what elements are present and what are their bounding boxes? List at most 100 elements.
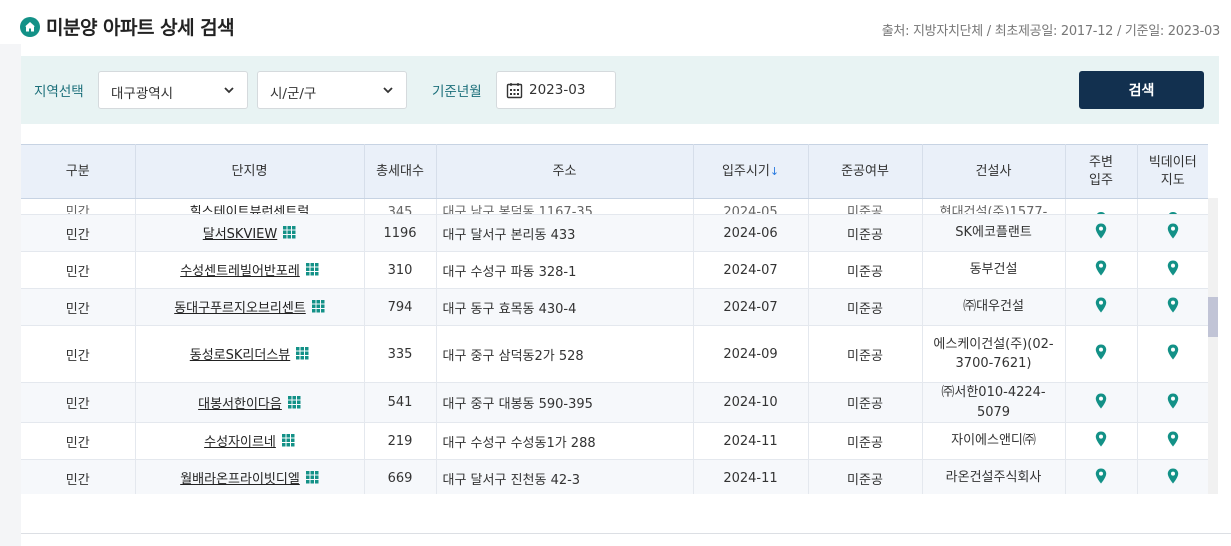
map-pin-icon[interactable] [1142,199,1205,214]
map-pin-icon[interactable] [1167,297,1179,317]
grid-icon[interactable] [287,395,301,413]
cell-name[interactable]: 월배라온프라이빗디엘 [135,459,365,494]
complex-name-link[interactable]: 수성자이르네 [204,435,276,450]
complex-name-link[interactable]: 수성센트레빌어반포레 [180,264,300,279]
month-input[interactable]: 2023-03 [496,71,616,109]
map-pin-icon[interactable] [1095,260,1107,280]
map-pin-icon[interactable] [1095,223,1107,243]
col-header-move-in[interactable]: 입주시기↓ [693,144,809,199]
table-row: 민간 달서SKVIEW 1196 대구 달서구 본리동 433 2024-06 미준공 SK… [21,214,1208,252]
cell-bigdata[interactable] [1137,288,1208,326]
cell-move-in: 2024-10 [693,382,809,423]
map-pin-icon[interactable] [1095,468,1107,488]
map-pin-icon[interactable] [1095,393,1107,413]
grid-icon[interactable] [296,347,309,364]
cell-address: 대구 남구 봉덕동 1167-35 [436,198,694,215]
district-select-value: 시/군/구 [270,86,317,102]
cell-builder: 라온건설주식회사 [922,459,1066,494]
cell-bigdata[interactable] [1137,459,1208,494]
cell-type-text: 민간 [65,264,90,280]
cell-nearby[interactable] [1065,382,1138,423]
cell-units-text: 335 [387,346,413,362]
cell-nearby[interactable] [1065,198,1138,215]
scrollbar-track[interactable] [1208,198,1218,494]
cell-name[interactable]: 대봉서한이다음 [135,382,365,423]
cell-bigdata[interactable] [1137,422,1208,460]
map-pin-icon[interactable] [1167,431,1179,451]
complex-name-link[interactable]: 달서SKVIEW [203,227,278,242]
scrollbar-thumb[interactable] [1208,297,1218,337]
home-icon [20,16,40,37]
complex-name-link[interactable]: 힐스테이트뷰런센트럴 [140,199,360,214]
grid-icon[interactable] [305,471,319,488]
grid-icon[interactable] [305,263,319,280]
cell-nearby[interactable] [1065,214,1138,252]
cell-name[interactable]: 동성로SK리더스뷰 [135,325,365,383]
cell-units-text: 1196 [383,225,417,241]
cell-bigdata[interactable] [1137,251,1208,289]
grid-icon[interactable] [311,300,325,317]
cell-nearby[interactable] [1065,325,1138,383]
complex-name-link[interactable]: 동성로SK리더스뷰 [190,348,291,363]
map-pin-icon[interactable] [1070,199,1133,214]
cell-nearby[interactable] [1065,251,1138,289]
cell-name[interactable]: 수성센트레빌어반포레 [135,251,365,289]
map-pin-icon[interactable] [1095,344,1107,364]
cell-builder-text: 현대건설(주)1577-7755 [939,205,1048,214]
cell-type: 민간 [21,288,136,326]
col-header-builder: 건설사 [922,144,1066,199]
cell-type-text: 민간 [65,397,90,412]
complex-name-link[interactable]: 동대구푸르지오브리센트 [174,301,306,316]
cell-address: 대구 달서구 본리동 433 [436,214,694,252]
cell-name[interactable]: 동대구푸르지오브리센트 [135,288,365,326]
col-header-completion: 준공여부 [808,144,923,199]
cell-move-in: 2024-09 [693,325,809,383]
cell-builder-text: SK에코플랜트 [955,225,1032,241]
cell-address-text: 대구 동구 효목동 430-4 [442,301,577,317]
map-pin-icon[interactable] [1167,468,1179,488]
cell-type-text: 민간 [65,435,90,451]
cell-type-text: 민간 [65,205,90,214]
cell-nearby[interactable] [1065,288,1138,326]
table-row: 민간 대봉서한이다음 541 대구 중구 대봉동 590-395 2024-10 미준공 ㈜… [21,382,1208,423]
cell-units: 345 [364,198,437,215]
map-pin-icon[interactable] [1167,393,1179,413]
map-pin-icon[interactable] [1167,223,1179,243]
cell-units: 1196 [364,214,437,252]
map-pin-icon[interactable] [1167,344,1179,364]
complex-name-link[interactable]: 대봉서한이다음 [198,397,282,412]
cell-bigdata[interactable] [1137,214,1208,252]
region-select[interactable]: 대구광역시 [98,71,248,109]
col-header-address: 주소 [436,144,694,199]
month-label: 기준년월 [432,84,482,100]
grid-icon[interactable] [283,226,296,243]
district-select[interactable]: 시/군/구 [257,71,407,109]
calendar-icon [506,82,523,98]
map-pin-icon[interactable] [1095,431,1107,451]
sort-down-icon: ↓ [769,164,780,178]
cell-bigdata[interactable] [1137,325,1208,383]
cell-nearby[interactable] [1065,422,1138,460]
table-row: 민간 수성센트레빌어반포레 310 대구 수성구 파동 328-1 2024-07 미준공… [21,251,1208,289]
cell-name[interactable]: 수성자이르네 [135,422,365,460]
complex-name-link[interactable]: 월배라온프라이빗디엘 [180,472,300,487]
grid-icon[interactable] [281,434,295,451]
cell-bigdata[interactable] [1137,198,1208,215]
cell-completion: 미준공 [808,422,923,460]
cell-builder: 자이에스앤디㈜ [922,422,1066,460]
cell-nearby[interactable] [1065,459,1138,494]
cell-bigdata[interactable] [1137,382,1208,423]
cell-type-text: 민간 [65,301,90,317]
cell-move-in: 2024-07 [693,251,809,289]
cell-completion-text: 미준공 [847,472,883,488]
col-header-nearby: 주변 입주 [1065,144,1138,199]
cell-move-in: 2024-06 [693,214,809,252]
search-button[interactable]: 검색 [1079,71,1204,109]
map-pin-icon[interactable] [1167,260,1179,280]
cell-units-text: 669 [387,470,413,486]
cell-name[interactable]: 힐스테이트뷰런센트럴 [135,198,365,215]
cell-name[interactable]: 달서SKVIEW [135,214,365,252]
map-pin-icon[interactable] [1095,297,1107,317]
cell-builder-text: 동부건설 [969,262,1018,278]
cell-units: 541 [364,382,437,423]
